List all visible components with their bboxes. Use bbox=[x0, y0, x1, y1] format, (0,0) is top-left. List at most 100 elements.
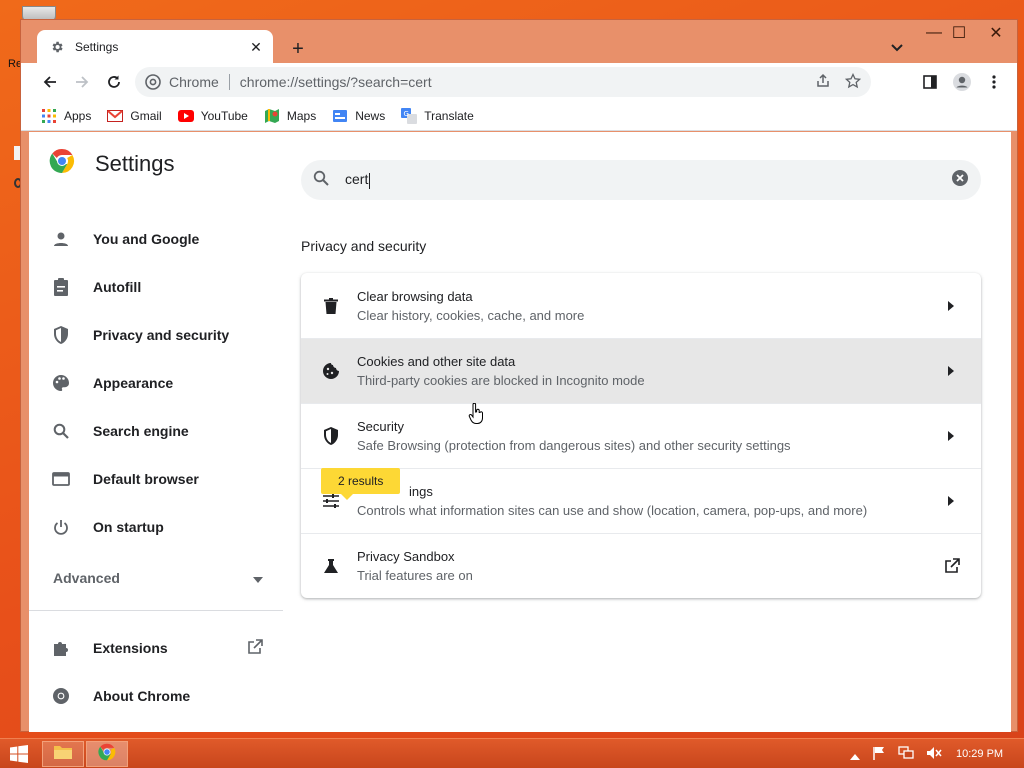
bookmark-label: Gmail bbox=[130, 108, 162, 123]
system-tray bbox=[850, 746, 942, 765]
row-subtitle: Third-party cookies are blocked in Incog… bbox=[357, 373, 645, 388]
sidebar-item-on-startup[interactable]: On startup bbox=[51, 513, 164, 541]
bookmark-apps[interactable]: Apps bbox=[41, 108, 91, 124]
taskbar: 10:29 PM bbox=[0, 738, 1024, 768]
side-panel-icon[interactable] bbox=[917, 69, 943, 95]
file-explorer-taskbar-button[interactable] bbox=[42, 741, 84, 767]
search-results-bubble: 2 results bbox=[321, 468, 401, 500]
shield-icon bbox=[51, 325, 71, 345]
open-in-new-icon bbox=[943, 557, 961, 575]
bookmark-maps[interactable]: Maps bbox=[264, 108, 316, 124]
palette-icon bbox=[51, 373, 71, 393]
chrome-icon bbox=[145, 74, 161, 90]
bookmark-label: Apps bbox=[64, 108, 92, 123]
profile-avatar-icon[interactable] bbox=[949, 69, 975, 95]
bookmark-label: YouTube bbox=[200, 108, 248, 123]
sidebar-item-label: Search engine bbox=[93, 423, 189, 439]
arrow-right-icon bbox=[943, 363, 959, 379]
tab-close-icon[interactable]: ✕ bbox=[247, 38, 265, 56]
privacy-results-card: Clear browsing data Clear history, cookie… bbox=[301, 273, 981, 598]
bookmarks-bar: Apps Gmail YouTube Maps News G Translate bbox=[21, 101, 1017, 131]
tab-strip: Settings ✕ + — ☐ ✕ bbox=[21, 20, 1017, 64]
sidebar-item-label: Extensions bbox=[93, 640, 168, 656]
chrome-logo-icon bbox=[98, 743, 116, 766]
windows-start-icon[interactable] bbox=[10, 745, 28, 763]
clear-search-icon[interactable] bbox=[951, 169, 969, 192]
sidebar-divider bbox=[29, 610, 283, 611]
star-icon[interactable] bbox=[844, 72, 862, 92]
maps-icon bbox=[264, 108, 280, 124]
row-privacy-sandbox[interactable]: Privacy Sandbox Trial features are on bbox=[301, 533, 981, 598]
reload-icon[interactable] bbox=[101, 69, 127, 95]
sidebar-item-appearance[interactable]: Appearance bbox=[51, 369, 173, 397]
row-subtitle: Trial features are on bbox=[357, 568, 473, 583]
row-clear-browsing-data[interactable]: Clear browsing data Clear history, cookie… bbox=[301, 273, 981, 338]
search-query: cert bbox=[345, 171, 369, 188]
back-arrow-icon[interactable] bbox=[37, 69, 63, 95]
news-icon bbox=[332, 108, 348, 124]
search-icon bbox=[313, 170, 329, 191]
svg-text:G: G bbox=[404, 110, 409, 118]
caret-down-icon bbox=[253, 570, 263, 586]
gear-icon bbox=[49, 39, 65, 55]
sidebar-item-privacy[interactable]: Privacy and security bbox=[51, 321, 229, 349]
bookmark-label: Translate bbox=[424, 108, 474, 123]
bookmark-news[interactable]: News bbox=[332, 108, 385, 124]
sidebar-item-label: Appearance bbox=[93, 375, 174, 391]
chrome-taskbar-button[interactable] bbox=[86, 741, 128, 767]
network-icon[interactable] bbox=[898, 746, 914, 765]
search-icon bbox=[51, 421, 71, 441]
tab-title: Settings bbox=[75, 40, 119, 54]
arrow-right-icon bbox=[943, 298, 959, 314]
kebab-menu-icon[interactable] bbox=[981, 69, 1007, 95]
power-icon bbox=[51, 517, 71, 537]
flag-icon[interactable] bbox=[872, 746, 886, 765]
browser-window-icon bbox=[51, 469, 71, 489]
sidebar-item-you-and-google[interactable]: You and Google bbox=[51, 225, 199, 253]
advanced-label: Advanced bbox=[53, 570, 120, 586]
youtube-icon bbox=[177, 108, 194, 124]
forward-arrow-icon[interactable] bbox=[69, 69, 95, 95]
text-caret bbox=[369, 172, 371, 189]
row-subtitle: Controls what information sites can use … bbox=[357, 503, 868, 518]
bookmark-youtube[interactable]: YouTube bbox=[177, 108, 248, 124]
sidebar-item-label: About Chrome bbox=[93, 688, 191, 704]
share-icon[interactable] bbox=[815, 73, 831, 92]
sidebar-item-default-browser[interactable]: Default browser bbox=[51, 465, 199, 493]
sidebar-item-extensions[interactable]: Extensions bbox=[51, 634, 263, 662]
sidebar-item-autofill[interactable]: Autofill bbox=[51, 273, 141, 301]
search-input[interactable]: cert bbox=[345, 171, 951, 189]
person-icon bbox=[51, 229, 71, 249]
row-title: Clear browsing data bbox=[357, 288, 473, 304]
maximize-button[interactable]: ☐ bbox=[942, 20, 976, 46]
sidebar-item-about-chrome[interactable]: About Chrome bbox=[51, 682, 190, 710]
puzzle-icon bbox=[51, 638, 71, 658]
tray-chevron-up-icon[interactable] bbox=[850, 747, 860, 765]
advanced-toggle[interactable]: Advanced bbox=[53, 570, 263, 586]
row-cookies[interactable]: Cookies and other site data Third-party c… bbox=[301, 338, 981, 403]
shield-icon bbox=[321, 426, 341, 446]
bookmark-label: Maps bbox=[286, 108, 317, 123]
open-in-new-icon bbox=[247, 638, 263, 658]
address-bar[interactable]: Chrome chrome://settings/?search=cert bbox=[135, 67, 871, 97]
bookmark-gmail[interactable]: Gmail bbox=[107, 108, 162, 124]
settings-search[interactable]: cert bbox=[301, 160, 981, 200]
row-site-settings[interactable]: 2 results ings Controls what information … bbox=[301, 468, 981, 533]
taskbar-clock[interactable]: 10:29 PM bbox=[956, 748, 1003, 760]
cookie-icon bbox=[321, 361, 341, 381]
sidebar-item-label: You and Google bbox=[93, 231, 200, 247]
volume-muted-icon[interactable] bbox=[926, 746, 942, 765]
sidebar-item-label: Privacy and security bbox=[93, 327, 230, 343]
sidebar-item-label: Autofill bbox=[93, 279, 142, 295]
clipboard-icon bbox=[51, 277, 71, 297]
row-security[interactable]: Security Safe Browsing (protection from d… bbox=[301, 403, 981, 468]
arrow-right-icon bbox=[943, 493, 959, 509]
new-tab-button[interactable]: + bbox=[285, 36, 311, 62]
sidebar-item-search-engine[interactable]: Search engine bbox=[51, 417, 189, 445]
close-window-button[interactable]: ✕ bbox=[979, 20, 1013, 46]
divider bbox=[228, 74, 230, 90]
site-chip[interactable]: Chrome bbox=[145, 74, 219, 90]
chevron-down-icon[interactable] bbox=[885, 36, 909, 60]
bookmark-translate[interactable]: G Translate bbox=[401, 107, 474, 124]
tab-settings[interactable]: Settings ✕ bbox=[37, 30, 273, 64]
